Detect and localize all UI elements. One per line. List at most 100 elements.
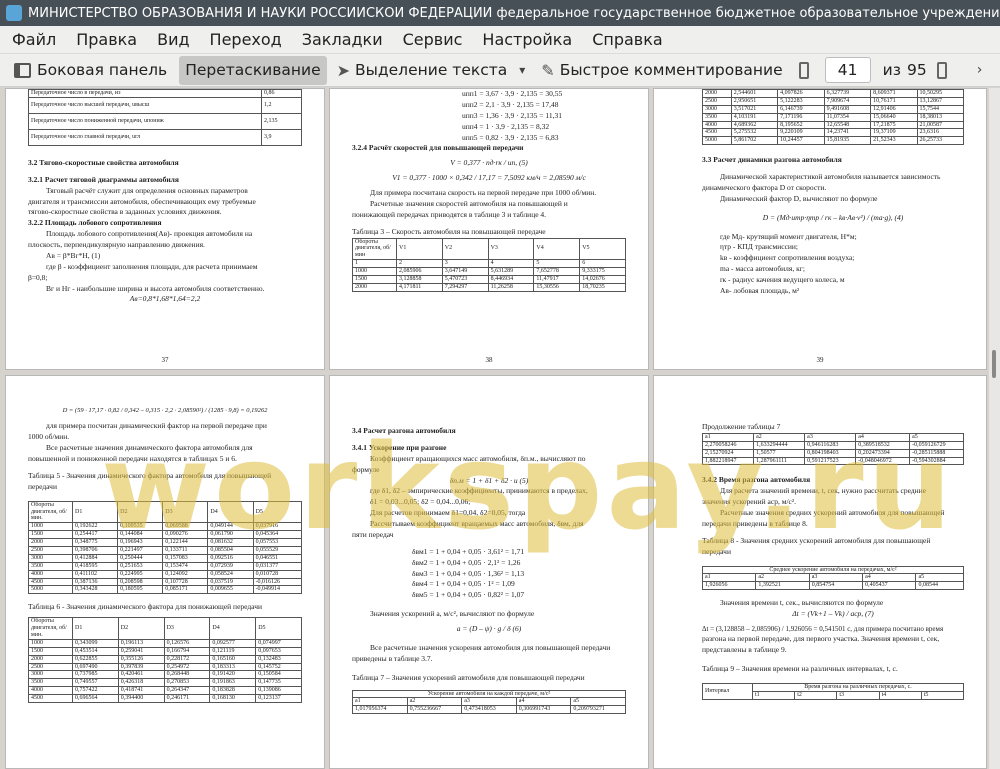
table-cell: 5 <box>533 259 581 269</box>
table-caption: Продолжение таблицы 7 <box>702 422 781 431</box>
chevron-right-icon[interactable]: › <box>977 62 983 78</box>
table-cell: 0,418595 <box>71 561 119 571</box>
table-cell: 18,38013 <box>916 112 965 122</box>
menu-go[interactable]: Переход <box>200 28 292 52</box>
table-header-cell: a4 <box>855 432 911 442</box>
table-header-cell: Среднее ускорение автомобиля на передача… <box>702 565 964 575</box>
table-caption: передачи <box>702 546 731 556</box>
table-cell: 6 <box>579 259 626 269</box>
table-cell: 23,6316 <box>916 128 965 138</box>
menu-file[interactable]: Файл <box>0 28 66 52</box>
table-header-cell: t3 <box>836 690 880 700</box>
okular-window: МИНИСТЕРСТВО ОБРАЗОВАНИЯ И НАУКИ РОССИЙС… <box>0 0 1000 769</box>
table-cell: 0,132483 <box>255 654 302 664</box>
vertical-scrollbar[interactable] <box>989 88 1000 769</box>
table-cell: 0,591217523 <box>804 456 857 466</box>
browse-tool-button[interactable]: Перетаскивание <box>179 55 327 85</box>
table-cell: 1,50577 <box>753 448 806 458</box>
formula: uпп4 = 1 · 3,9 · 2,135 = 8,32 <box>462 121 550 131</box>
table-row: 1000 2,085906 3,647149 5,631289 7,652778… <box>352 267 626 276</box>
table-cell: 0,397839 <box>117 662 165 672</box>
table-cell: 0,208598 <box>117 577 164 587</box>
table-header-cell: a2 <box>406 697 463 707</box>
table-cell: 2000 <box>28 654 73 664</box>
window-title: МИНИСТЕРСТВО ОБРАЗОВАНИЯ И НАУКИ РОССИЙС… <box>28 5 1000 21</box>
page-number: 38 <box>485 355 493 364</box>
table-cell: 2000 <box>702 89 732 98</box>
acceleration-table-7: Ускорение автомобиля на каждой передаче,… <box>352 689 626 715</box>
table-row: 3500 0,749557 0,426318 0,270853 0,191863 0,14… <box>28 678 302 688</box>
table-cell: 0,085171 <box>162 585 209 595</box>
menu-view[interactable]: Вид <box>147 28 199 52</box>
menu-tools[interactable]: Сервис <box>393 28 473 52</box>
table-cell: 3 <box>441 259 489 269</box>
scrollbar-thumb[interactable] <box>992 350 996 378</box>
table-cell: 0,426318 <box>117 678 165 688</box>
page-number: 37 <box>161 355 169 364</box>
table-cell: 2,950651 <box>730 96 779 106</box>
table-cell: 7,652778 <box>533 267 581 276</box>
table-cell: 4,097826 <box>777 89 825 98</box>
table-cell: 0,804198403 <box>804 448 857 458</box>
table-cell: 0,191420 <box>209 670 257 680</box>
table-cell: 8,446934 <box>487 274 535 284</box>
document-view[interactable]: Передаточное число в передачи, из 0,86 Пе… <box>5 88 987 769</box>
table-cell: 0,183828 <box>209 686 257 696</box>
table-cell: 3500 <box>702 112 732 122</box>
table-cell: 0,126576 <box>163 638 211 648</box>
menu-bookmarks[interactable]: Закладки <box>292 28 393 52</box>
table-cell: 12,91406 <box>870 104 918 114</box>
text-line: 1000 об/мин. <box>28 432 70 442</box>
page-38: uпп1 = 3,67 · 3,9 · 2,135 = 30,55 uпп2 =… <box>329 88 649 370</box>
menu-edit[interactable]: Правка <box>66 28 147 52</box>
table-cell: 0,196113 <box>117 638 165 648</box>
sidebar-toggle-button[interactable]: Боковая панель <box>8 56 173 85</box>
table-header-cell: a1 <box>701 432 755 442</box>
table-row: 1500 0,254417 0,144084 0,090276 0,061790 0,04… <box>28 530 303 540</box>
text-line: плоскость, перпендикулярную направлению … <box>28 240 205 250</box>
menu-help[interactable]: Справка <box>582 28 673 52</box>
table-cell: 2500 <box>28 546 73 555</box>
table-cell: 2000 <box>28 538 73 548</box>
next-page-icon[interactable] <box>936 61 947 79</box>
table-cell: 4,103191 <box>730 112 779 122</box>
quick-annotation-label: Быстрое комментирование <box>559 61 783 79</box>
quick-annotation-button[interactable]: ✎ Быстрое комментирование <box>535 56 788 85</box>
text-line: где Mд- крутящий момент двигателя, H*м; <box>720 231 857 241</box>
menu-settings[interactable]: Настройка <box>472 28 582 52</box>
table-cell: 5,275532 <box>730 128 779 138</box>
table-cell: 0,123137 <box>255 694 302 704</box>
table-cell: 2500 <box>28 662 73 672</box>
table-cell: 0,166794 <box>163 646 211 656</box>
table-header-cell: t2 <box>794 690 838 700</box>
page-number-input[interactable] <box>824 57 871 83</box>
text-line: δ1 = 0,03...0,05; δ2 = 0,04...0,06; <box>370 497 471 507</box>
formula: V = 0,377 · nд·rк / uп, (5) <box>450 158 528 168</box>
previous-page-icon[interactable] <box>798 61 809 79</box>
table-header-row: Ускорение автомобиля на каждой передаче,… <box>352 689 626 699</box>
table-cell: 17,21875 <box>870 120 918 130</box>
text-selection-tool-button[interactable]: ➤ Выделение текста ▾ <box>331 56 532 85</box>
formula: Δt = (Vk+1 – Vk) / aср, (7) <box>792 609 874 619</box>
table-cell: 9,333175 <box>579 267 626 276</box>
text-line: представлены в таблице 9. <box>702 645 787 654</box>
formula: uпп3 = 1,36 · 3,9 · 2,135 = 11,31 <box>462 110 562 120</box>
table-cell: 0,254972 <box>163 662 211 672</box>
table-row: 1500 0,453514 0,259041 0,166794 0,121119 0,09… <box>28 646 302 656</box>
formula: uпп1 = 3,67 · 3,9 · 2,135 = 30,55 <box>462 89 563 98</box>
table-header-cell: a2 <box>753 432 806 442</box>
text-line: где δ1, δ2 – эмпирические коэффициенты, … <box>370 486 588 496</box>
table-cell: 1000 <box>28 522 73 532</box>
text-line: формуле <box>352 464 380 474</box>
table-row: 4000 4,689362 8,195652 12,65548 17,21875 21,0… <box>702 120 965 130</box>
menu-bar: Файл Правка Вид Переход Закладки Сервис … <box>0 26 1000 54</box>
text-line: Динамической характеристикой автомобиля … <box>720 172 941 182</box>
chevron-down-icon[interactable]: ▾ <box>519 63 525 77</box>
formula: δвм4 = 1 + 0,04 + 0,05 · 1² = 1,09 <box>412 579 515 589</box>
page-39: 2000 2,544601 4,097826 6,327739 8,609371 10,5… <box>653 88 987 370</box>
table-cell: 0,86 <box>261 89 302 98</box>
table-cell: 1,633294444 <box>753 440 806 450</box>
total-pages-label: 95 <box>906 61 927 79</box>
table-row: 2500 0,398706 0,221497 0,133711 0,085504 0,05… <box>28 546 303 555</box>
page-number: 39 <box>816 355 824 364</box>
